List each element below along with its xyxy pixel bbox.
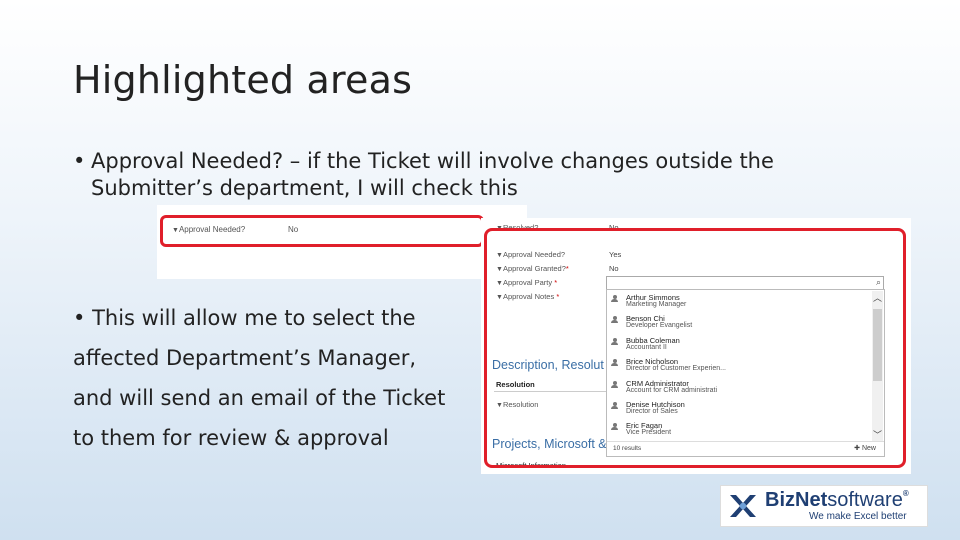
logo-tagline: We make Excel better	[809, 511, 907, 522]
bullet1-line1: Approval Needed? – if the Ticket will in…	[91, 149, 774, 173]
biznet-x-mark-icon	[730, 495, 756, 517]
bullet-select-manager: • This will allow me to select the affec…	[73, 298, 483, 458]
bullet2-line3: and will send an email of the Ticket	[73, 386, 446, 410]
logo-wordmark: BizNetsoftware®	[765, 489, 909, 511]
bullet2-line1: This will allow me to select the	[92, 306, 416, 330]
bullet-dot: •	[73, 306, 86, 330]
bullet2-line4: to them for review & approval	[73, 426, 389, 450]
highlight-box-large	[484, 228, 906, 468]
bullet-approval-needed: • Approval Needed? – if the Ticket will i…	[73, 148, 873, 202]
bullet2-line2: affected Department’s Manager,	[73, 346, 417, 370]
biznet-logo: BizNetsoftware® We make Excel better	[720, 485, 928, 527]
slide-title: Highlighted areas	[73, 58, 413, 102]
bullet1-line2: Submitter’s department, I will check thi…	[91, 176, 518, 200]
bullet-dot: •	[73, 149, 86, 173]
highlight-box-small	[160, 215, 484, 247]
